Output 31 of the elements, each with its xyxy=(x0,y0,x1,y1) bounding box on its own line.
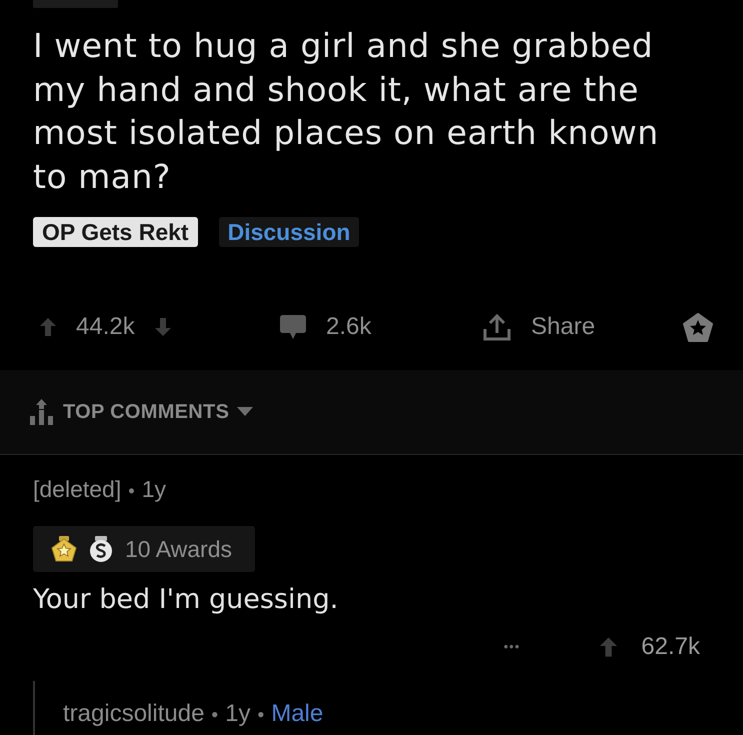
coin-award-icon xyxy=(89,536,113,562)
username[interactable]: tragicsolitude xyxy=(63,696,204,732)
comment-icon[interactable] xyxy=(280,315,306,340)
share-button[interactable]: Share xyxy=(483,309,596,346)
post-flair[interactable]: Discussion xyxy=(218,217,360,247)
post-flair[interactable]: OP Gets Rekt xyxy=(33,217,198,247)
separator-dot: • xyxy=(128,478,135,502)
more-options-button[interactable]: ••• xyxy=(504,637,520,657)
separator-dot: • xyxy=(258,704,264,728)
awards-count: 10 Awards xyxy=(125,534,232,564)
downvote-icon[interactable] xyxy=(154,318,171,336)
comment-body: Your bed I'm guessing. xyxy=(33,583,340,617)
share-icon xyxy=(483,313,511,342)
post-title: I went to hug a girl and she grabbed my hand and shook it, what are the most isolated places on earth known to man? xyxy=(33,25,660,198)
star-award-icon xyxy=(51,536,77,562)
comment-count: 2.6k xyxy=(326,312,372,342)
upvote-icon[interactable] xyxy=(600,637,618,657)
post-age: 1y xyxy=(225,699,250,729)
username[interactable]: [deleted] xyxy=(33,472,122,506)
comment-vote-count: 62.7k xyxy=(641,632,700,662)
upvote-icon[interactable] xyxy=(40,318,56,336)
thread-line xyxy=(33,681,35,735)
caret-icon xyxy=(237,407,254,416)
post-age: 1y xyxy=(142,474,166,504)
separator-dot: • xyxy=(211,704,218,728)
sort-dropdown[interactable]: TOP COMMENTS xyxy=(63,396,254,427)
top-sort-icon xyxy=(30,398,54,425)
user-flair: Male xyxy=(271,699,324,729)
awards-box[interactable]: 10 Awards xyxy=(33,526,255,572)
vote-count: 44.2k xyxy=(76,312,135,342)
award-icon[interactable] xyxy=(683,312,713,342)
